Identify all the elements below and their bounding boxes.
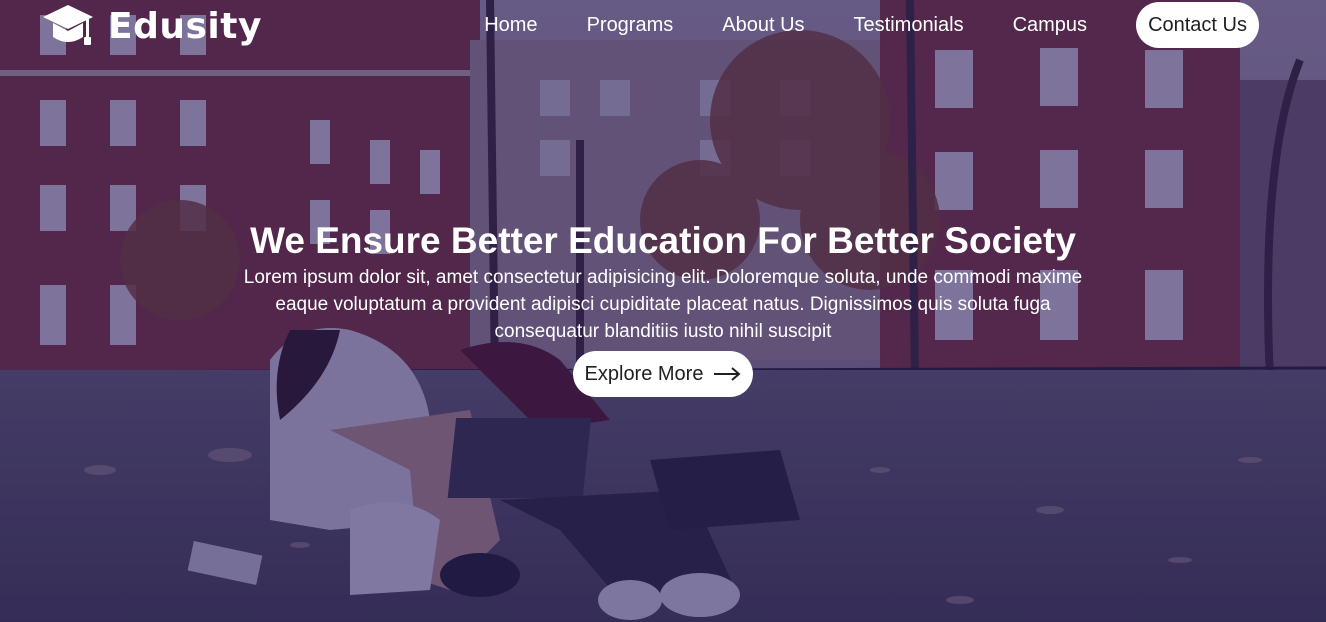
explore-more-button[interactable]: Explore More [572,351,754,397]
explore-more-label: Explore More [584,362,704,385]
nav-menu: Home Programs About Us Testimonials Camp… [484,2,1259,48]
hero-content: We Ensure Better Education For Better So… [213,219,1113,397]
hero-section: Edusity Home Programs About Us Testimoni… [0,0,1326,622]
brand-name: Edusity [108,5,262,47]
nav-item-programs[interactable]: Programs [587,14,674,37]
arrow-right-icon [714,367,742,381]
nav-item-home[interactable]: Home [484,14,537,37]
brand-logo[interactable]: Edusity [42,3,262,49]
hero-description: Lorem ipsum dolor sit, amet consectetur … [243,267,1083,342]
contact-us-button[interactable]: Contact Us [1136,2,1259,48]
nav-item-about-us[interactable]: About Us [722,14,804,37]
nav-item-campus[interactable]: Campus [1013,14,1087,37]
hero-title: We Ensure Better Education For Better So… [250,220,1076,261]
nav-item-testimonials[interactable]: Testimonials [854,14,964,37]
graduation-cap-icon [43,5,93,45]
navbar: Edusity Home Programs About Us Testimoni… [0,0,1326,52]
